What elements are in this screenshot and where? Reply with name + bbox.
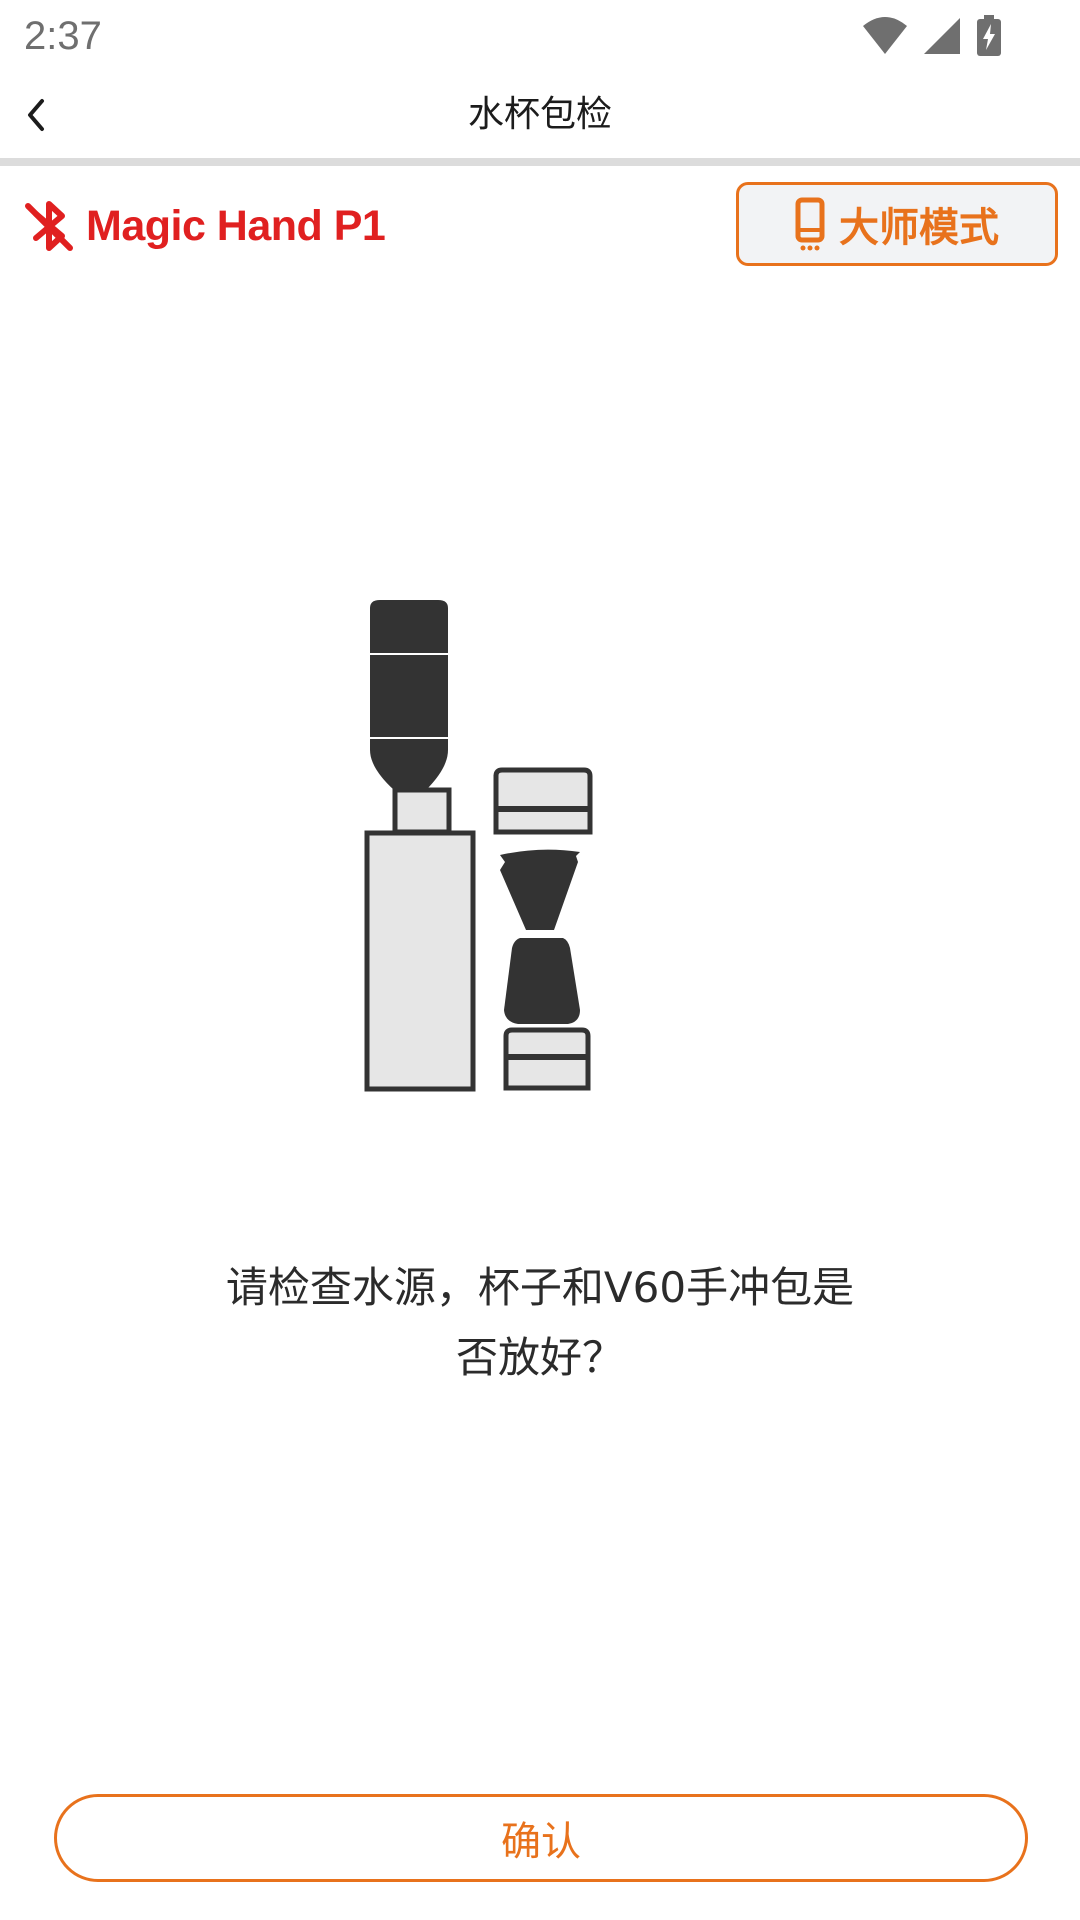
top-block — [493, 767, 593, 835]
scale-base — [503, 1027, 591, 1091]
bluetooth-disconnected-icon — [25, 201, 73, 251]
confirm-button[interactable]: 确认 — [54, 1794, 1028, 1882]
status-time: 2:37 — [24, 14, 102, 58]
status-icons — [862, 14, 1002, 58]
cellular-signal-icon — [924, 18, 960, 54]
check-prompt-line2: 否放好？ — [455, 1333, 624, 1382]
status-bar: 2:37 — [0, 0, 1080, 72]
machine-body — [364, 830, 476, 1092]
toolbar: 水杯包检 — [0, 72, 1080, 158]
water-bottle-icon — [370, 600, 448, 790]
device-row: Magic Hand P1 大师模式 — [0, 170, 1080, 280]
v60-dripper-icon — [500, 849, 580, 1024]
check-prompt: 请检查水源，杯子和V60手冲包是 否放好？ — [160, 1253, 920, 1393]
check-prompt-line1: 请检查水源，杯子和V60手冲包是 — [225, 1263, 855, 1312]
screen: 2:37 水杯包检 Magic Hand P1 大师模式 请检查水源，杯子和V6… — [0, 0, 1080, 1920]
wifi-icon — [863, 17, 907, 54]
bottle-nozzle — [392, 787, 452, 835]
phone-icon — [795, 197, 825, 251]
master-mode-label: 大师模式 — [839, 205, 999, 251]
confirm-label: 确认 — [501, 1819, 581, 1865]
coffee-machine-illustration — [364, 600, 593, 1092]
device-label: Magic Hand P1 — [22, 198, 386, 254]
battery-charging-icon — [977, 15, 1001, 56]
toolbar-divider — [0, 158, 1080, 166]
page-title: 水杯包检 — [467, 94, 612, 135]
device-name: Magic Hand P1 — [86, 201, 386, 250]
master-mode-button[interactable]: 大师模式 — [736, 182, 1058, 266]
